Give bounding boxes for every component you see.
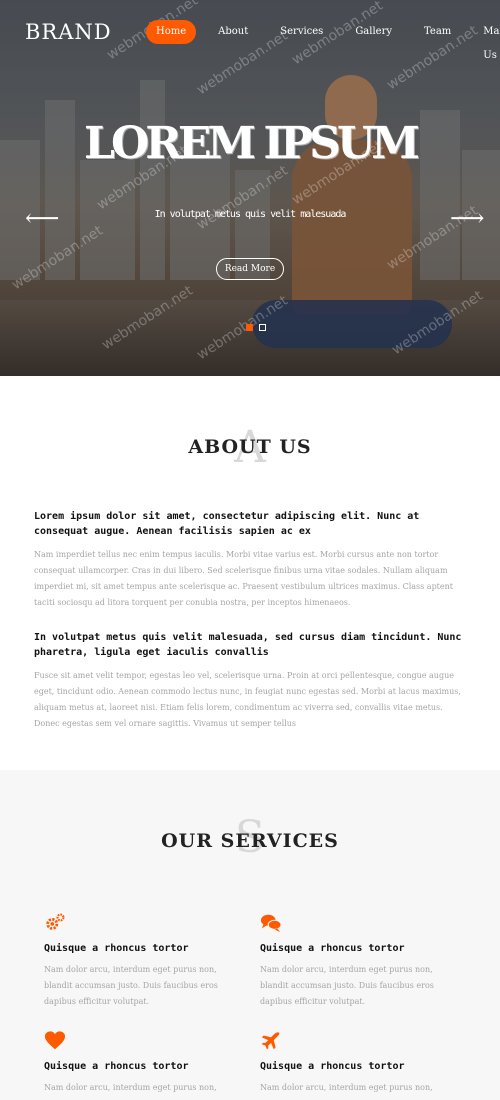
comments-icon [260,914,282,933]
nav-menu: Home About Services Gallery Team Mail Us [146,20,500,61]
service-card: Quisque a rhoncus tortor Nam dolor arcu,… [44,1030,244,1096]
service-text: Nam dolor arcu, interdum eget purus non,… [44,965,218,1006]
slider-dots [246,324,266,331]
heart-icon [44,1031,66,1050]
service-title: Quisque a rhoncus tortor [44,1061,189,1072]
service-card: Quisque a rhoncus tortor Nam dolor arcu,… [260,912,460,1010]
about-paragraph-2: Fusce sit amet velit tempor, egestas leo… [34,671,461,728]
nav-item-mail-us[interactable]: Mail Us [473,20,500,61]
service-card: Quisque a rhoncus tortor Nam dolor arcu,… [260,1030,460,1096]
service-card: Quisque a rhoncus tortor Nam dolor arcu,… [44,912,244,1010]
service-text: Nam dolor arcu, interdum eget purus non, [260,1083,433,1092]
about-heading-1: Lorem ipsum dolor sit amet, consectetur … [34,511,420,537]
nav-item-gallery[interactable]: Gallery [345,20,402,44]
service-title: Quisque a rhoncus tortor [260,1061,405,1072]
read-more-button[interactable]: Read More [216,258,284,280]
arrow-left-icon[interactable]: ⟵ [25,206,59,230]
service-title: Quisque a rhoncus tortor [260,943,405,954]
hero-title: LOREM IPSUM [84,118,420,169]
service-text: Nam dolor arcu, interdum eget purus non,… [260,965,434,1006]
brand-logo[interactable]: BRAND [25,20,112,44]
top-nav: BRAND Home About Services Gallery Team M… [0,0,500,66]
nav-item-home[interactable]: Home [146,20,197,44]
about-heading-2: In volutpat metus quis velit malesuada, … [34,632,462,658]
about-paragraph-1: Nam imperdiet tellus nec enim tempus iac… [34,550,453,607]
slider-dot-2[interactable] [259,324,266,331]
nav-item-services[interactable]: Services [270,20,333,44]
about-title: ABOUT US [188,436,312,458]
nav-item-team[interactable]: Team [414,20,461,44]
services-title: OUR SERVICES [161,830,339,852]
plane-icon [261,1032,280,1050]
service-text: Nam dolor arcu, interdum eget purus non, [44,1083,217,1092]
arrow-right-icon[interactable]: ⟶ [450,206,484,230]
hero-subtitle: In volutpat metus quis velit malesuada [154,209,347,220]
gears-icon [46,913,65,930]
service-title: Quisque a rhoncus tortor [44,943,189,954]
about-section: A ABOUT US Lorem ipsum dolor sit amet, c… [0,376,500,770]
services-section: S OUR SERVICES Quisque a rhoncus tortor … [0,770,500,1100]
nav-item-about[interactable]: About [208,20,258,44]
slider-dot-1[interactable] [246,324,253,331]
hero-banner: webmoban.net webmoban.net webmoban.net w… [0,0,500,376]
